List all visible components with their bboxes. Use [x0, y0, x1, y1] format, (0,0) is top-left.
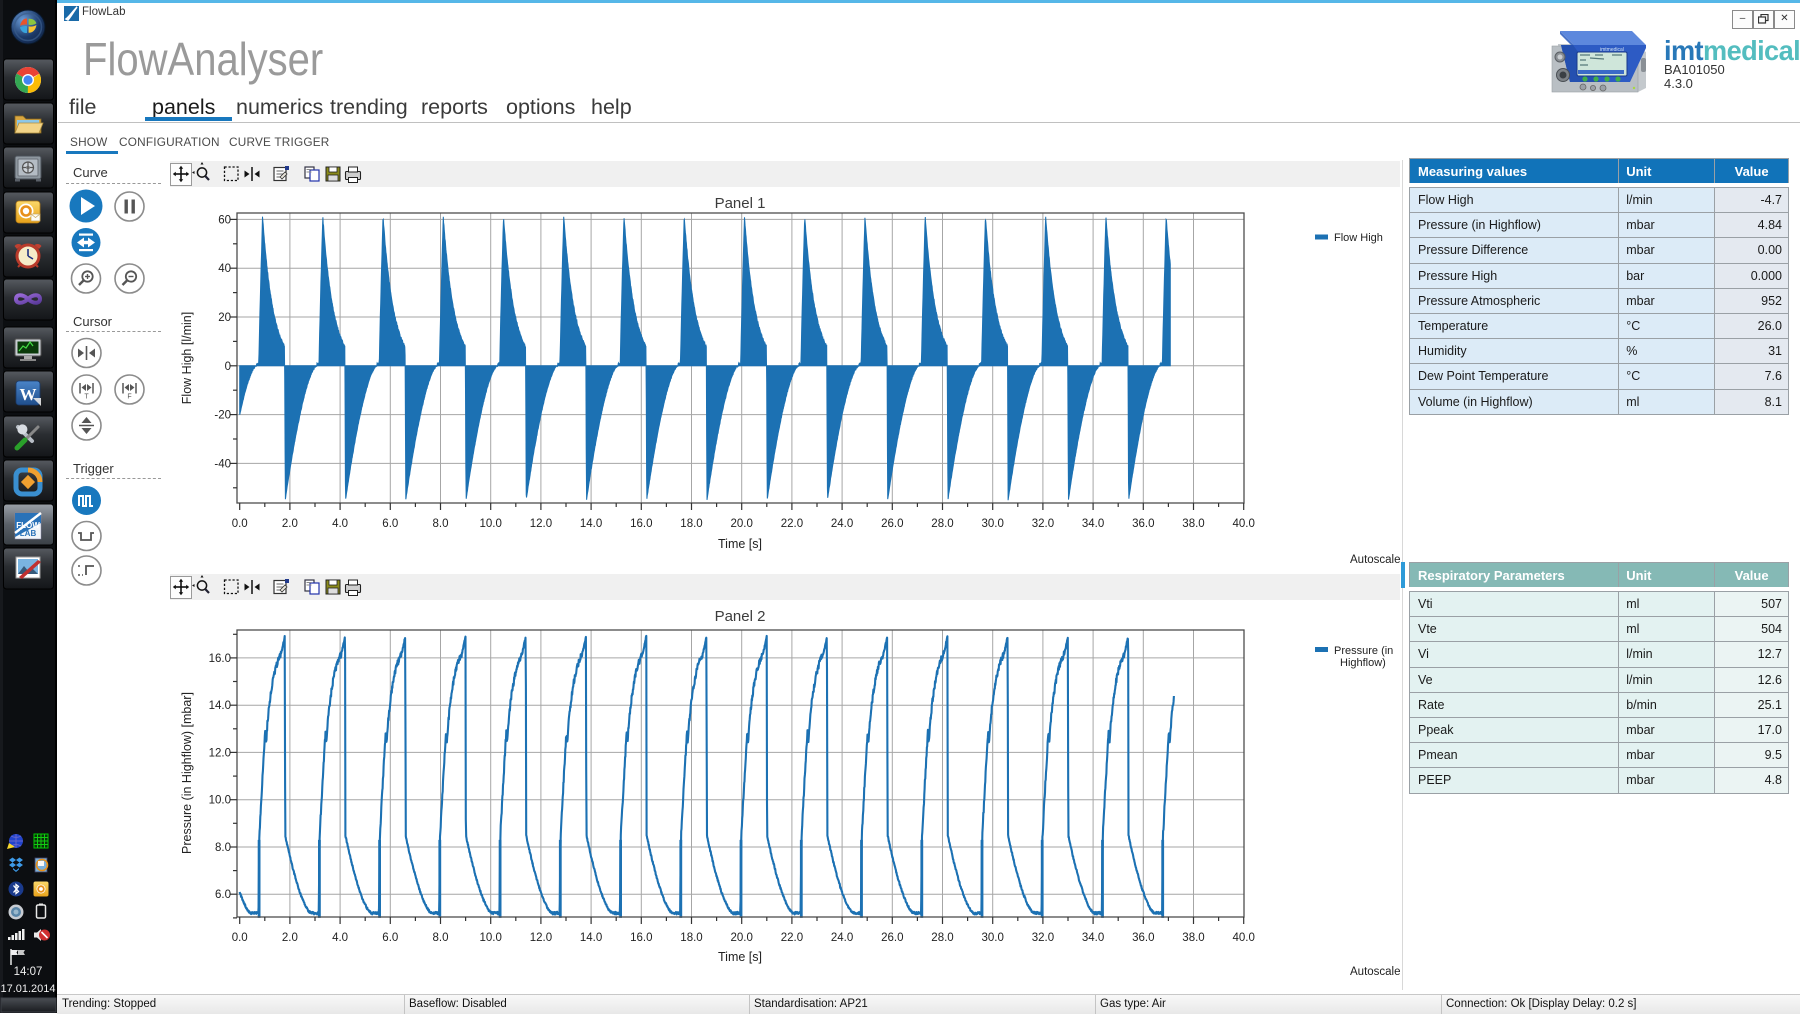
svg-text:12.0: 12.0 — [530, 932, 552, 944]
svg-text:0: 0 — [225, 361, 231, 373]
svg-text:6.0: 6.0 — [215, 889, 231, 901]
svg-text:38.0: 38.0 — [1182, 932, 1204, 944]
svg-text:0.0: 0.0 — [232, 932, 248, 944]
svg-text:40: 40 — [218, 263, 231, 275]
svg-text:40.0: 40.0 — [1233, 518, 1255, 530]
svg-text:14:07: 14:07 — [14, 966, 43, 978]
svg-text:36.0: 36.0 — [1132, 518, 1154, 530]
svg-text:16.0: 16.0 — [630, 518, 652, 530]
svg-text:Panel 1: Panel 1 — [715, 195, 766, 212]
svg-text:12.0: 12.0 — [209, 747, 231, 759]
svg-text:W: W — [20, 385, 37, 404]
svg-text:2.0: 2.0 — [282, 518, 298, 530]
svg-text:60: 60 — [218, 214, 231, 226]
svg-text:6.0: 6.0 — [382, 518, 398, 530]
svg-text:F: F — [127, 394, 131, 401]
svg-text:LAB: LAB — [20, 529, 37, 538]
svg-text:16.0: 16.0 — [209, 653, 231, 665]
svg-text:24.0: 24.0 — [831, 518, 853, 530]
svg-text:Time [s]: Time [s] — [718, 950, 762, 964]
svg-text:8.0: 8.0 — [433, 518, 449, 530]
svg-text:36.0: 36.0 — [1132, 932, 1154, 944]
svg-text:Pressure (in Highflow) [mbar]: Pressure (in Highflow) [mbar] — [180, 692, 194, 854]
svg-text:0.0: 0.0 — [232, 518, 248, 530]
svg-text:10.0: 10.0 — [209, 795, 231, 807]
svg-text:8.0: 8.0 — [433, 932, 449, 944]
svg-text:32.0: 32.0 — [1032, 932, 1054, 944]
svg-text:26.0: 26.0 — [881, 518, 903, 530]
svg-text:14.0: 14.0 — [209, 700, 231, 712]
svg-text:-40: -40 — [214, 458, 231, 470]
svg-text:Time [s]: Time [s] — [718, 537, 762, 551]
svg-text:20: 20 — [218, 312, 231, 324]
svg-text:26.0: 26.0 — [881, 932, 903, 944]
svg-text:34.0: 34.0 — [1082, 932, 1104, 944]
svg-text:18.0: 18.0 — [680, 932, 702, 944]
svg-text:Flow High [l/min]: Flow High [l/min] — [180, 312, 194, 404]
svg-text:30.0: 30.0 — [982, 932, 1004, 944]
svg-text:32.0: 32.0 — [1032, 518, 1054, 530]
svg-text:14.0: 14.0 — [580, 932, 602, 944]
svg-text:34.0: 34.0 — [1082, 518, 1104, 530]
svg-text:2.0: 2.0 — [282, 932, 298, 944]
svg-text:Pressure (in: Pressure (in — [1334, 645, 1393, 657]
svg-text:18.0: 18.0 — [680, 518, 702, 530]
svg-text:4.0: 4.0 — [332, 932, 348, 944]
svg-text:24.0: 24.0 — [831, 932, 853, 944]
svg-text:14.0: 14.0 — [580, 518, 602, 530]
svg-text:30.0: 30.0 — [982, 518, 1004, 530]
svg-text:10.0: 10.0 — [480, 518, 502, 530]
svg-text:10.0: 10.0 — [480, 932, 502, 944]
svg-text:6.0: 6.0 — [382, 932, 398, 944]
svg-text:20.0: 20.0 — [731, 518, 753, 530]
svg-text:20.0: 20.0 — [731, 932, 753, 944]
svg-text:8.0: 8.0 — [215, 842, 231, 854]
svg-text:22.0: 22.0 — [781, 932, 803, 944]
svg-text:17.01.2014: 17.01.2014 — [0, 983, 55, 995]
svg-text:Flow High: Flow High — [1334, 232, 1383, 244]
svg-text:imtmedical: imtmedical — [1600, 47, 1624, 53]
svg-text:Panel 2: Panel 2 — [715, 608, 766, 625]
svg-text:12.0: 12.0 — [530, 518, 552, 530]
svg-text:38.0: 38.0 — [1182, 518, 1204, 530]
svg-text:28.0: 28.0 — [931, 932, 953, 944]
svg-text:Highflow): Highflow) — [1340, 657, 1386, 669]
svg-text:40.0: 40.0 — [1233, 932, 1255, 944]
svg-text:T: T — [84, 394, 89, 401]
svg-text:4.0: 4.0 — [332, 518, 348, 530]
svg-text:-20: -20 — [214, 410, 231, 422]
svg-text:16.0: 16.0 — [630, 932, 652, 944]
svg-text:28.0: 28.0 — [931, 518, 953, 530]
svg-text:22.0: 22.0 — [781, 518, 803, 530]
